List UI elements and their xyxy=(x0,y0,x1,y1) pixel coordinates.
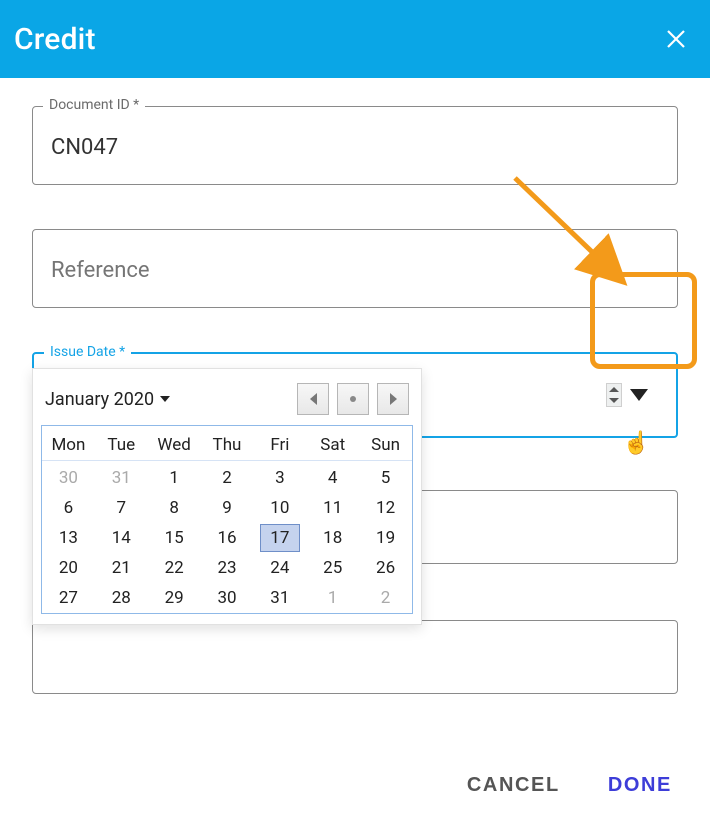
dialog-actions: CANCEL DONE xyxy=(461,773,678,798)
document-id-field[interactable]: Document ID * xyxy=(32,106,678,185)
day-name: Mon xyxy=(42,430,95,460)
day-cell[interactable]: 17 xyxy=(260,524,300,552)
day-cell[interactable]: 16 xyxy=(201,523,254,553)
date-controls: ☝ xyxy=(606,383,676,407)
day-cell[interactable]: 1 xyxy=(148,463,201,493)
day-cell[interactable]: 28 xyxy=(95,583,148,613)
day-cell[interactable]: 30 xyxy=(201,583,254,613)
reference-input[interactable] xyxy=(33,230,677,307)
spinner-down-icon[interactable] xyxy=(609,398,619,403)
dot-icon xyxy=(350,396,356,402)
close-icon[interactable] xyxy=(662,25,690,53)
day-cell[interactable]: 29 xyxy=(148,583,201,613)
month-label: January 2020 xyxy=(45,389,154,410)
year-spinner[interactable] xyxy=(606,383,622,407)
day-cell[interactable]: 18 xyxy=(306,523,359,553)
next-month-button[interactable] xyxy=(377,383,409,415)
day-cell[interactable]: 5 xyxy=(359,463,412,493)
day-cell[interactable]: 8 xyxy=(148,493,201,523)
day-cell[interactable]: 3 xyxy=(253,463,306,493)
day-name: Fri xyxy=(253,430,306,460)
day-cell[interactable]: 30 xyxy=(42,463,95,493)
datepicker-popup: January 2020 MonTueWedThuFriSatSun 30311… xyxy=(32,368,422,625)
calendar-week: 272829303112 xyxy=(42,583,412,613)
calendar-dropdown-icon[interactable] xyxy=(630,389,648,401)
day-cell[interactable]: 25 xyxy=(306,553,359,583)
dialog-title: Credit xyxy=(14,22,96,57)
calendar-grid: MonTueWedThuFriSatSun 303112345678910111… xyxy=(41,425,413,614)
credit-dialog: Credit Document ID * Issue Date * 17/01/… xyxy=(0,0,710,832)
prev-month-button[interactable] xyxy=(297,383,329,415)
day-cell[interactable]: 2 xyxy=(359,583,412,613)
day-name: Tue xyxy=(95,430,148,460)
day-cell[interactable]: 9 xyxy=(201,493,254,523)
day-cell[interactable]: 26 xyxy=(359,553,412,583)
day-name: Sun xyxy=(359,430,412,460)
day-cell[interactable]: 21 xyxy=(95,553,148,583)
day-cell[interactable]: 7 xyxy=(95,493,148,523)
day-cell[interactable]: 22 xyxy=(148,553,201,583)
cancel-button[interactable]: CANCEL xyxy=(461,773,566,798)
hidden-field-2[interactable] xyxy=(32,620,678,694)
chevron-right-icon xyxy=(390,393,397,405)
day-cell[interactable]: 12 xyxy=(359,493,412,523)
spinner-up-icon[interactable] xyxy=(609,387,619,392)
day-cell[interactable]: 13 xyxy=(42,523,95,553)
day-cell[interactable]: 19 xyxy=(359,523,412,553)
hand-cursor-icon: ☝ xyxy=(623,431,650,456)
day-cell[interactable]: 31 xyxy=(95,463,148,493)
document-id-input[interactable] xyxy=(33,107,677,184)
day-cell[interactable]: 14 xyxy=(95,523,148,553)
day-cell[interactable]: 20 xyxy=(42,553,95,583)
day-cell[interactable]: 23 xyxy=(201,553,254,583)
calendar-week: 20212223242526 xyxy=(42,553,412,583)
datepicker-header: January 2020 xyxy=(41,377,413,425)
dialog-header: Credit xyxy=(0,0,710,78)
done-button[interactable]: DONE xyxy=(602,773,678,798)
today-button[interactable] xyxy=(337,383,369,415)
reference-field[interactable] xyxy=(32,229,678,308)
day-cell[interactable]: 15 xyxy=(148,523,201,553)
calendar-week: 6789101112 xyxy=(42,493,412,523)
day-cell[interactable]: 10 xyxy=(253,493,306,523)
day-name: Wed xyxy=(148,430,201,460)
day-cell[interactable]: 31 xyxy=(253,583,306,613)
chevron-down-icon xyxy=(160,396,170,402)
day-cell[interactable]: 6 xyxy=(42,493,95,523)
chevron-left-icon xyxy=(310,393,317,405)
day-name: Thu xyxy=(201,430,254,460)
document-id-label: Document ID * xyxy=(43,97,145,113)
day-cell[interactable]: 4 xyxy=(306,463,359,493)
day-names-row: MonTueWedThuFriSatSun xyxy=(42,430,412,461)
day-cell[interactable]: 2 xyxy=(201,463,254,493)
month-selector[interactable]: January 2020 xyxy=(45,389,170,410)
day-cell[interactable]: 27 xyxy=(42,583,95,613)
calendar-week: 303112345 xyxy=(42,463,412,493)
calendar-weeks: 3031123456789101112131415161718192021222… xyxy=(42,463,412,613)
day-cell[interactable]: 1 xyxy=(306,583,359,613)
day-cell[interactable]: 24 xyxy=(253,553,306,583)
day-cell[interactable]: 11 xyxy=(306,493,359,523)
month-nav xyxy=(297,383,409,415)
issue-date-label: Issue Date * xyxy=(44,344,131,360)
day-name: Sat xyxy=(306,430,359,460)
calendar-week: 13141516171819 xyxy=(42,523,412,553)
